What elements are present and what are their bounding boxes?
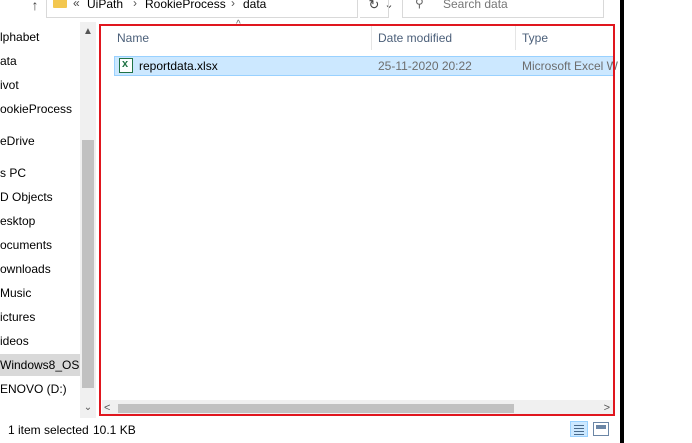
nav-item[interactable]: lphabet [0,26,80,48]
scroll-down-icon[interactable]: ⌄ [80,402,96,413]
nav-item-videos[interactable]: ideos [0,330,80,352]
breadcrumb-rookieprocess[interactable]: RookieProcess [145,0,226,11]
address-bar-row: ↑ « UiPath › RookieProcess › data ⌄ ↻ ⚲ … [0,0,620,18]
navigation-pane: lphabet ata ivot ookieProcess eDrive s P… [0,22,96,418]
breadcrumb-separator[interactable]: › [133,0,137,10]
search-placeholder: Search data [443,0,508,11]
nav-item[interactable]: ivot [0,74,80,96]
up-arrow-icon[interactable]: ↑ [24,0,46,16]
file-row[interactable]: reportdata.xlsx 25-11-2020 20:22 Microso… [114,56,618,76]
breadcrumb-overflow-chevron[interactable]: « [73,0,80,10]
selection-count: 1 item selected [8,423,89,437]
nav-item-onedrive[interactable]: eDrive [0,130,80,152]
nav-item-windows8-os[interactable]: Windows8_OS (C [0,354,80,376]
breadcrumb-data[interactable]: data [243,0,266,11]
nav-item-3d-objects[interactable]: D Objects [0,186,80,208]
refresh-icon[interactable]: ↻ [360,0,389,18]
large-icons-view-icon[interactable] [593,422,609,436]
scroll-right-icon[interactable]: > [604,402,610,414]
column-header-type[interactable]: Type [522,29,548,49]
nav-item-pictures[interactable]: ictures [0,306,80,328]
column-header-name[interactable]: Name [117,29,149,49]
nav-item-this-pc[interactable]: s PC [0,162,80,184]
nav-item[interactable]: ata [0,50,80,72]
search-box[interactable]: ⚲ Search data [402,0,604,18]
nav-item-music[interactable]: Music [0,282,80,304]
address-bar[interactable]: « UiPath › RookieProcess › data ⌄ [46,0,394,18]
file-list [98,22,616,418]
nav-scroll-thumb[interactable] [82,140,94,388]
nav-scrollbar[interactable]: ▲ ⌄ [80,22,96,418]
status-bar: 1 item selected 10.1 KB [0,418,620,443]
file-name[interactable]: reportdata.xlsx [139,59,218,73]
file-date-modified: 25-11-2020 20:22 [378,59,472,73]
nav-item-lenovo-d[interactable]: ENOVO (D:) [0,378,80,400]
column-divider[interactable] [515,26,516,50]
column-divider[interactable] [371,26,372,50]
file-explorer-window: ↑ « UiPath › RookieProcess › data ⌄ ↻ ⚲ … [0,0,624,443]
selection-size: 10.1 KB [93,423,136,437]
column-header-date-modified[interactable]: Date modified [378,29,452,49]
scroll-left-icon[interactable]: < [104,402,110,414]
excel-file-icon [119,58,133,73]
nav-item-desktop[interactable]: esktop [0,210,80,232]
file-type: Microsoft Excel W [522,59,619,73]
breadcrumb-uipath[interactable]: UiPath [87,0,123,11]
breadcrumb-separator[interactable]: › [231,0,235,10]
search-icon: ⚲ [415,0,424,10]
desktop-background [624,0,692,443]
nav-item-documents[interactable]: ocuments [0,234,80,256]
sort-ascending-icon: ^ [236,19,241,30]
nav-item-downloads[interactable]: ownloads [0,258,80,280]
horizontal-scrollbar[interactable]: < > [102,400,614,416]
folder-icon [53,0,67,8]
details-view-icon[interactable] [570,421,588,437]
horizontal-scroll-thumb[interactable] [118,404,514,413]
scroll-up-icon[interactable]: ▲ [80,26,96,37]
nav-item[interactable]: ookieProcess [0,98,80,120]
